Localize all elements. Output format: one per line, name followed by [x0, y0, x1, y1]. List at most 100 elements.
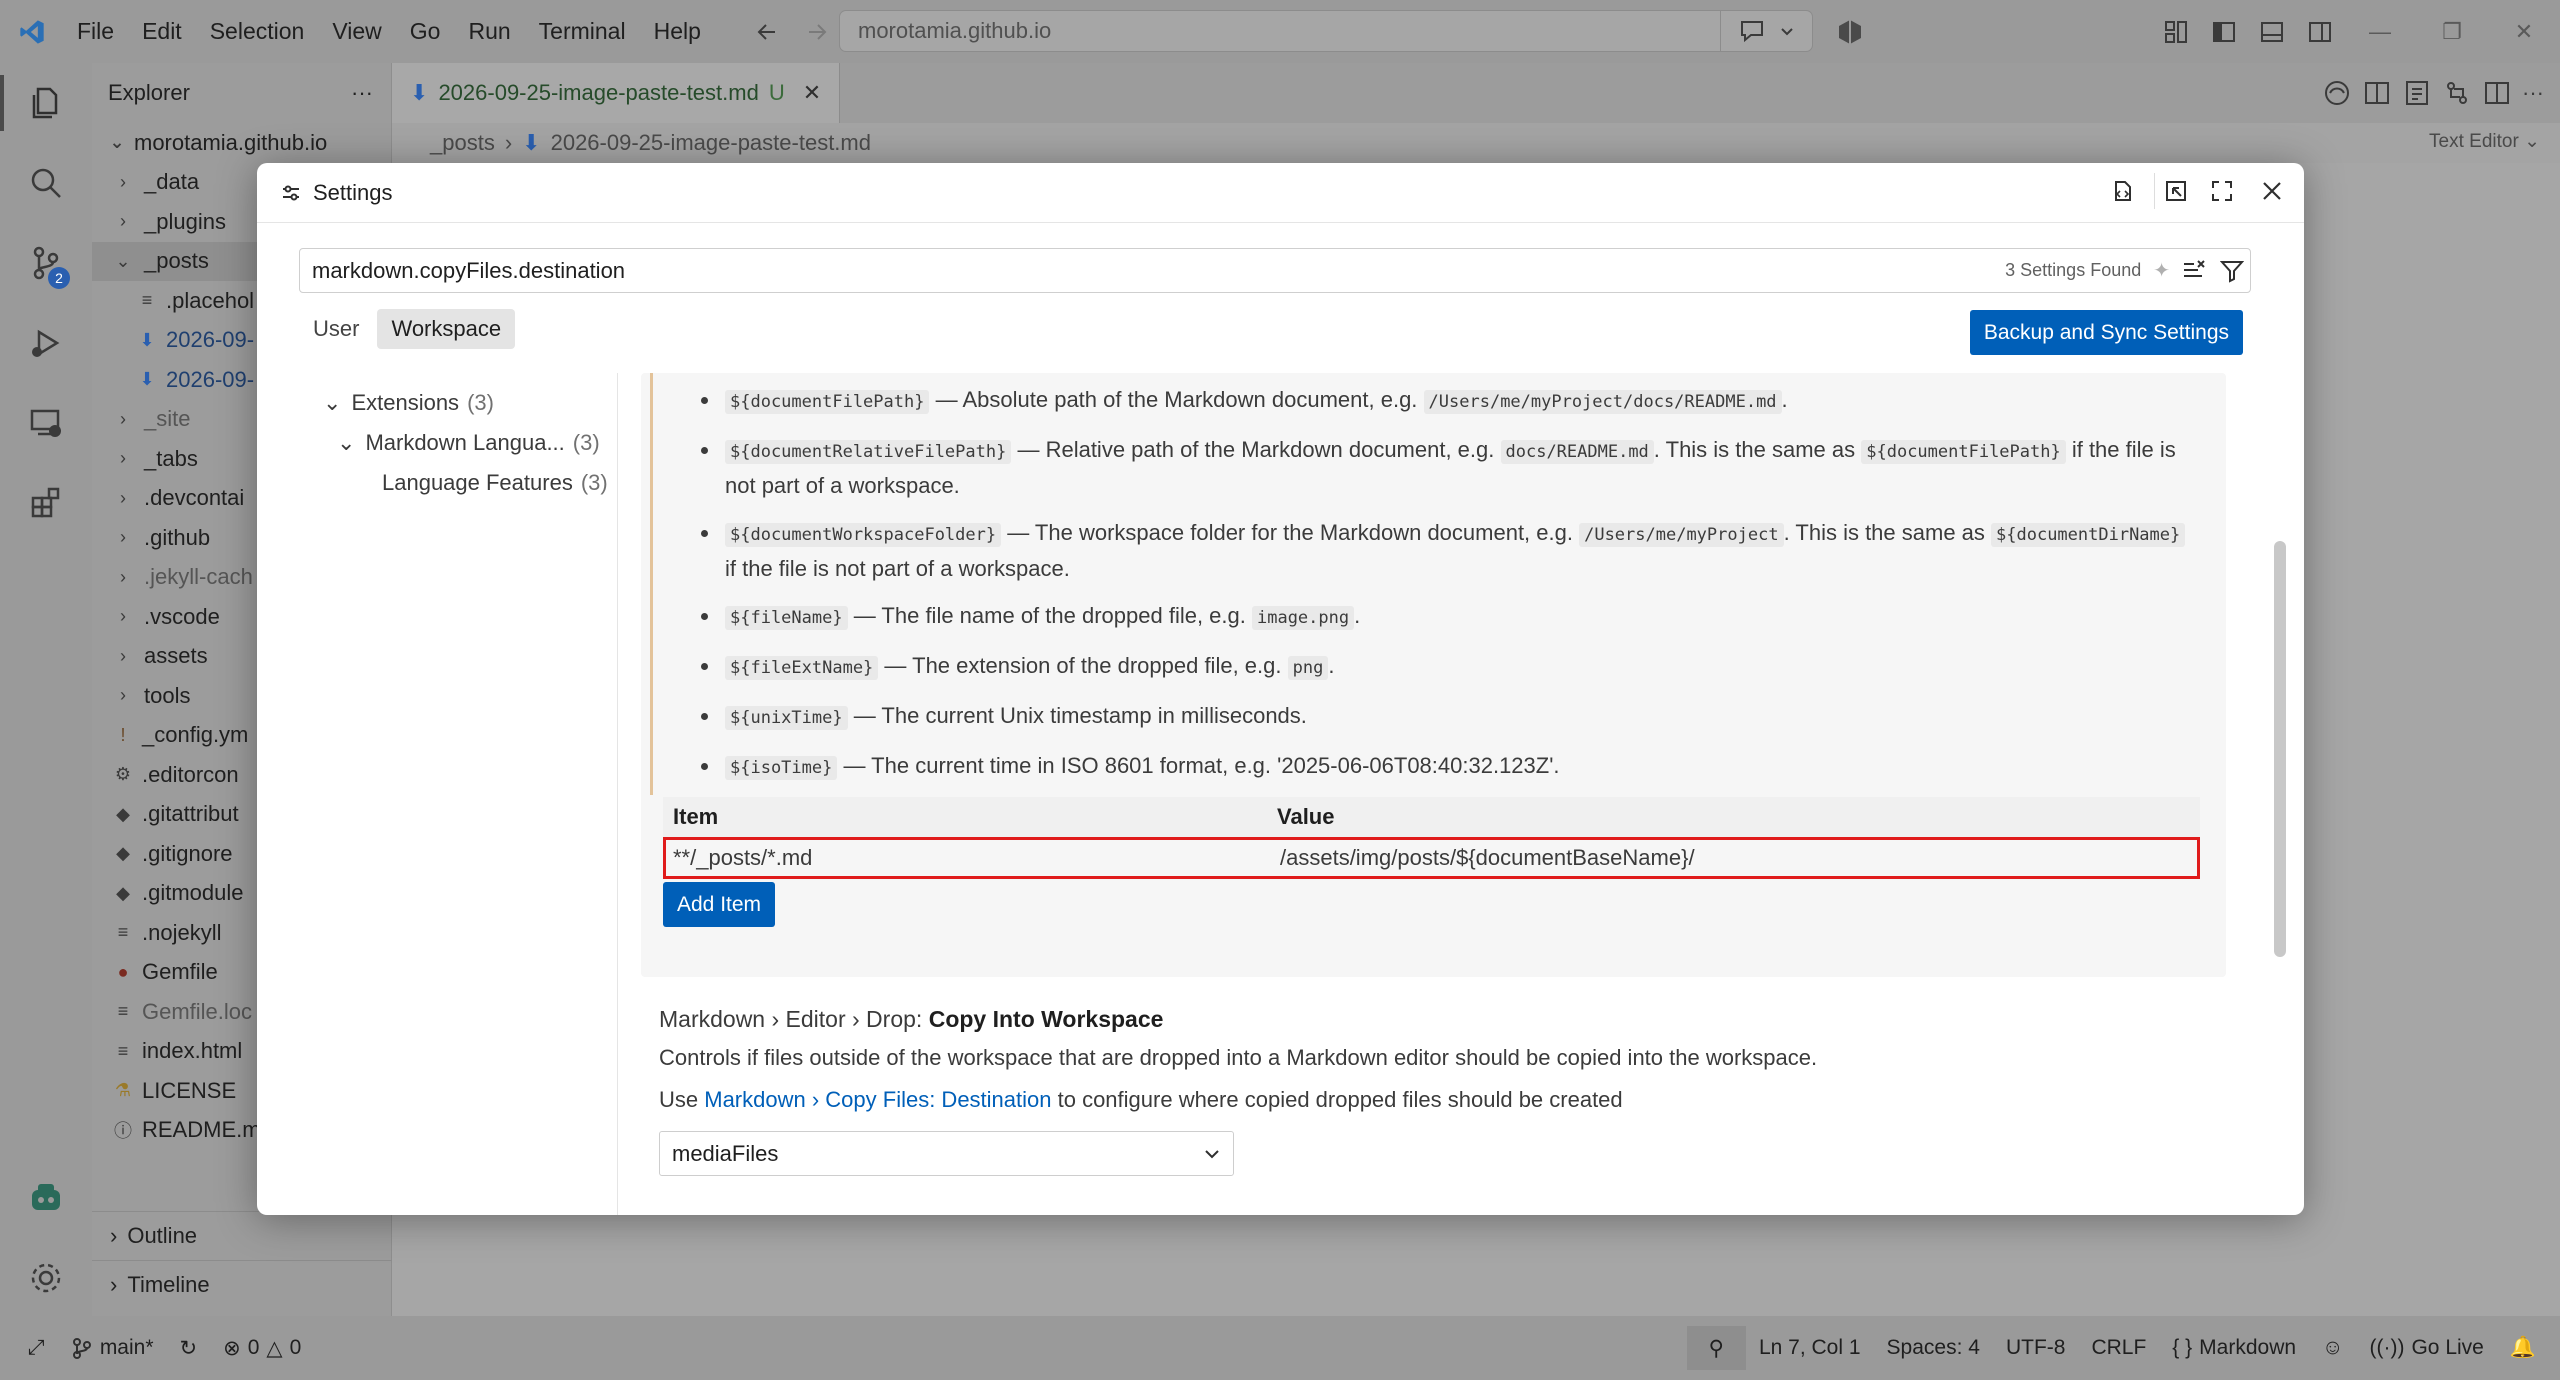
editor-tab[interactable]: ⬇ 2026-09-25-image-paste-test.md U ✕: [392, 63, 841, 123]
forward-arrow-icon[interactable]: [805, 20, 829, 44]
tree-item-label: _data: [144, 169, 200, 195]
toggle-secondary-sidebar-icon[interactable]: [2296, 0, 2344, 63]
maximize-icon[interactable]: [2204, 173, 2240, 209]
menu-terminal[interactable]: Terminal: [525, 18, 640, 45]
run-debug-icon[interactable]: [0, 303, 92, 383]
menu-file[interactable]: File: [63, 18, 128, 45]
branch-status[interactable]: main*: [58, 1316, 167, 1380]
copy-into-workspace-select[interactable]: mediaFiles: [659, 1131, 1234, 1176]
tree-item-label: .gitattribut: [142, 801, 239, 827]
tab-user[interactable]: User: [299, 309, 373, 349]
source-control-icon[interactable]: 2: [0, 223, 92, 303]
compare-icon[interactable]: [2442, 78, 2472, 108]
toc-extensions[interactable]: ⌄ Extensions (3): [257, 383, 617, 423]
license-icon: ⚗: [114, 1080, 132, 1101]
timeline-section[interactable]: › Timeline: [92, 1260, 392, 1308]
indentation[interactable]: Spaces: 4: [1874, 1316, 1993, 1380]
problems-status[interactable]: ⊗ 0 △ 0: [210, 1316, 314, 1380]
code-span: ${fileName}: [725, 606, 848, 630]
menu-go[interactable]: Go: [396, 18, 455, 45]
command-center-search[interactable]: morotamia.github.io: [839, 10, 1813, 52]
filter-icon[interactable]: [2220, 259, 2244, 283]
restore-icon[interactable]: ❐: [2416, 0, 2488, 63]
backup-sync-button[interactable]: Backup and Sync Settings: [1969, 310, 2243, 355]
zoom-icon[interactable]: ⚲: [1686, 1326, 1746, 1370]
setting-description: Controls if files outside of the workspa…: [659, 1045, 1818, 1070]
title-bar: File Edit Selection View Go Run Terminal…: [0, 0, 2560, 63]
end-of-line[interactable]: CRLF: [2078, 1316, 2159, 1380]
minimize-icon[interactable]: —: [2344, 0, 2416, 63]
copilot-status-icon[interactable]: ☺: [2309, 1316, 2356, 1380]
text-editor-label[interactable]: Text Editor ⌄: [2429, 130, 2540, 153]
sync-icon[interactable]: ↻: [167, 1316, 211, 1380]
more-actions-icon[interactable]: ···: [351, 80, 373, 106]
tree-item-label: tools: [144, 682, 191, 708]
close-window-icon[interactable]: ✕: [2488, 0, 2560, 63]
list-text: .: [1354, 603, 1361, 628]
tree-item-label: .jekyll-cach: [144, 564, 253, 590]
toggle-panel-icon[interactable]: [2248, 0, 2296, 63]
chevron-right-icon: ›: [120, 487, 126, 508]
add-item-button[interactable]: Add Item: [663, 882, 776, 927]
breadcrumb-file[interactable]: 2026-09-25-image-paste-test.md: [551, 130, 871, 156]
copilot-chat-icon[interactable]: [2322, 78, 2352, 108]
settings-scrollbar[interactable]: [2274, 541, 2286, 957]
clear-filter-icon[interactable]: [2182, 259, 2208, 283]
menu-selection[interactable]: Selection: [196, 18, 319, 45]
copilot-icon[interactable]: [1836, 18, 1864, 46]
status-right: ⚲ Ln 7, Col 1 Spaces: 4 UTF-8 CRLF { } Ma…: [1686, 1316, 2560, 1380]
explorer-icon[interactable]: [0, 63, 92, 143]
close-icon[interactable]: [2254, 173, 2290, 209]
search-icon[interactable]: [0, 143, 92, 223]
settings-search-input[interactable]: markdown.copyFiles.destination 3 Setting…: [299, 248, 2251, 293]
cursor-position[interactable]: Ln 7, Col 1: [1746, 1316, 1874, 1380]
window-controls: — ❐ ✕: [2152, 0, 2560, 63]
select-value: mediaFiles: [672, 1140, 779, 1166]
notifications-bell-icon[interactable]: 🔔: [2497, 1316, 2560, 1380]
tree-item-label: _config.ym: [142, 722, 249, 748]
table-row[interactable]: **/_posts/*.md /assets/img/posts/${docum…: [663, 837, 2200, 879]
menu-run[interactable]: Run: [454, 18, 524, 45]
outline-label: Outline: [127, 1222, 198, 1248]
tree-item-label: .gitmodule: [142, 880, 244, 906]
manage-gear-icon[interactable]: [0, 1238, 92, 1318]
scm-badge: 2: [48, 267, 70, 289]
go-live-button[interactable]: ((·)) Go Live: [2357, 1316, 2497, 1380]
encoding[interactable]: UTF-8: [1993, 1316, 2079, 1380]
open-in-editor-icon[interactable]: [2154, 173, 2190, 209]
close-tab-icon[interactable]: ✕: [803, 80, 821, 106]
tree-item-label: _posts: [144, 248, 209, 274]
branch-icon: [72, 1338, 91, 1359]
back-arrow-icon[interactable]: [755, 20, 779, 44]
clear-search-icon[interactable]: ✦: [2153, 258, 2170, 283]
more-actions-icon[interactable]: ···: [2522, 80, 2544, 106]
menu-edit[interactable]: Edit: [128, 18, 196, 45]
editor-tab-bar: ⬇ 2026-09-25-image-paste-test.md U ✕: [392, 63, 2560, 123]
customize-layout-icon[interactable]: [2152, 0, 2200, 63]
github-copilot-agent-icon[interactable]: [0, 1158, 92, 1238]
remote-indicator-icon[interactable]: ⤢: [0, 1316, 58, 1380]
split-editor-icon[interactable]: [2482, 78, 2512, 108]
outline-section[interactable]: › Outline: [92, 1211, 392, 1259]
tab-workspace[interactable]: Workspace: [377, 309, 516, 349]
menu-help[interactable]: Help: [640, 18, 715, 45]
toc-language-features[interactable]: Language Features (3): [257, 463, 617, 503]
toc-markdown[interactable]: ⌄ Markdown Langua... (3): [257, 423, 617, 463]
gear-icon: ⚙: [114, 764, 132, 785]
extensions-icon[interactable]: [0, 463, 92, 543]
workspace-root[interactable]: ⌄ morotamia.github.io: [92, 123, 391, 163]
editor-actions: ···: [2322, 63, 2544, 123]
chevron-down-icon: ⌄: [323, 390, 342, 415]
language-mode[interactable]: { } Markdown: [2159, 1316, 2309, 1380]
toggle-sidebar-icon[interactable]: [2200, 0, 2248, 63]
destination-setting-link[interactable]: Markdown › Copy Files: Destination: [704, 1087, 1051, 1112]
file-icon: ≡: [141, 290, 153, 311]
open-preview-icon[interactable]: [2362, 78, 2392, 108]
menu-view[interactable]: View: [318, 18, 395, 45]
open-settings-json-icon[interactable]: [2104, 173, 2140, 209]
chevron-down-icon: ⌄: [337, 430, 356, 455]
open-changes-icon[interactable]: [2402, 78, 2432, 108]
breadcrumb-folder[interactable]: _posts: [430, 130, 495, 156]
remote-explorer-icon[interactable]: [0, 383, 92, 463]
copilot-menu[interactable]: [1720, 11, 1812, 51]
